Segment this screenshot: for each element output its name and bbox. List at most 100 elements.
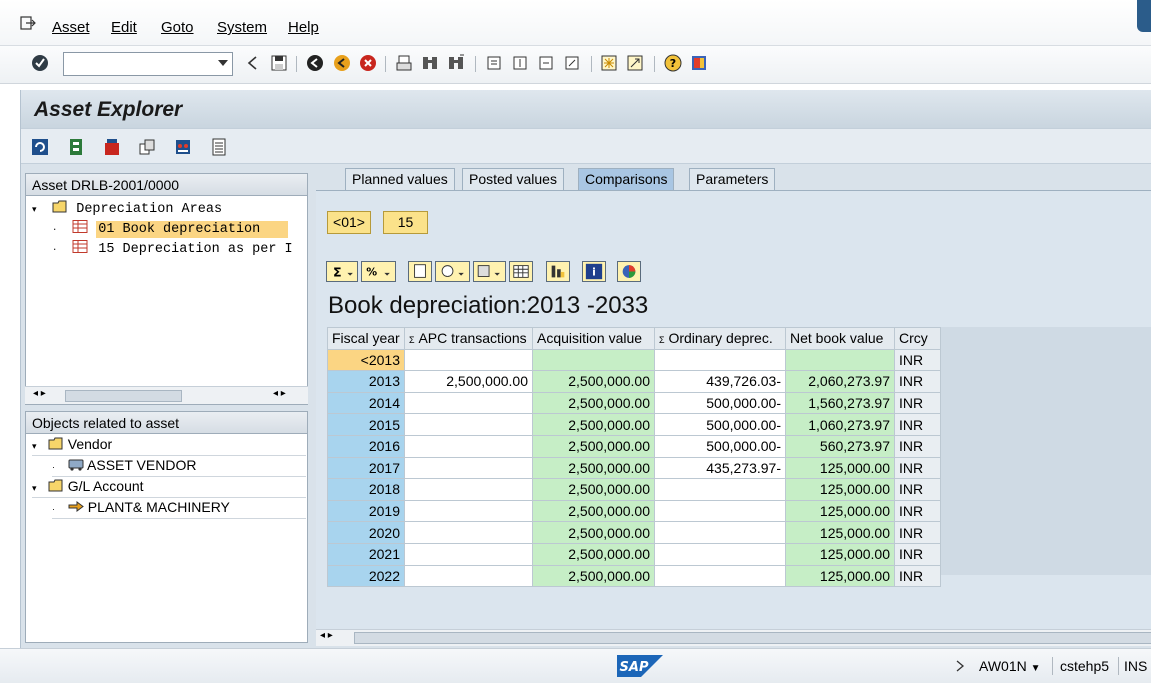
table-row[interactable]: 2015 2,500,000.00 500,000.00- 1,060,273.97 I… (327, 413, 941, 436)
scroll-left-icon[interactable]: ◂ ▸ (33, 388, 46, 399)
cell-acquisition-value[interactable]: 2,500,000.00 (532, 521, 655, 544)
sum-icon[interactable]: Σ (326, 261, 358, 282)
scroll-thumb[interactable] (354, 632, 1151, 644)
cell-apc-transactions[interactable] (404, 521, 533, 544)
tab-parameters[interactable]: Parameters (689, 168, 776, 190)
cell-currency[interactable]: INR (894, 456, 941, 480)
cell-ordinary-deprec[interactable] (654, 564, 786, 588)
scroll-left-icon[interactable]: ◂ ▸ (320, 630, 333, 641)
cell-acquisition-value[interactable]: 2,500,000.00 (532, 478, 655, 501)
cell-fiscal-year[interactable]: 2014 (327, 391, 405, 415)
col-net-book-value[interactable]: Net book value (785, 327, 895, 350)
menu-edit[interactable]: Edit (111, 19, 137, 36)
vendor-item[interactable]: · ASSET VENDOR (52, 457, 306, 477)
new-session-icon[interactable] (600, 54, 618, 72)
cell-currency[interactable]: INR (894, 499, 941, 523)
tree-item-book-depreciation[interactable]: · 01 Book depreciation (52, 220, 289, 240)
cell-currency[interactable]: INR (894, 391, 941, 415)
cell-fiscal-year[interactable]: <2013 (327, 348, 405, 372)
expand-icon[interactable]: ▾ (32, 441, 44, 452)
col-currency[interactable]: Crcy (894, 327, 941, 350)
menu-help[interactable]: Help (288, 19, 319, 36)
gl-account-folder-node[interactable]: ▾ G/L Account (32, 478, 306, 498)
cell-net-book-value[interactable]: 125,000.00 (785, 478, 895, 501)
vendor-folder-node[interactable]: ▾ Vendor (32, 436, 306, 456)
information-icon[interactable]: i (582, 261, 606, 282)
cell-acquisition-value[interactable]: 2,500,000.00 (532, 542, 655, 566)
cell-currency[interactable]: INR (894, 370, 941, 393)
cell-fiscal-year[interactable]: 2017 (327, 456, 405, 480)
menu-system[interactable]: System (217, 19, 267, 36)
cell-apc-transactions[interactable]: 2,500,000.00 (404, 370, 533, 393)
cell-acquisition-value[interactable]: 2,500,000.00 (532, 370, 655, 393)
subtotal-icon[interactable]: % (361, 261, 396, 282)
views-icon[interactable] (435, 261, 470, 282)
cell-currency[interactable]: INR (894, 348, 941, 372)
tab-posted-values[interactable]: Posted values (462, 168, 564, 190)
pie-chart-icon[interactable] (617, 261, 641, 282)
print-icon[interactable] (395, 54, 413, 72)
refresh-icon[interactable] (31, 138, 49, 156)
cell-acquisition-value[interactable] (532, 348, 655, 372)
cell-net-book-value[interactable]: 2,060,273.97 (785, 370, 895, 393)
cell-ordinary-deprec[interactable]: 500,000.00- (654, 434, 786, 458)
table-row[interactable]: <2013 INR (327, 348, 941, 372)
cell-ordinary-deprec[interactable] (654, 499, 786, 523)
cell-ordinary-deprec[interactable] (654, 521, 786, 544)
expand-icon[interactable]: ▾ (32, 483, 44, 494)
menu-goto[interactable]: Goto (161, 19, 194, 36)
cell-fiscal-year[interactable]: 2015 (327, 413, 405, 436)
status-expand-icon[interactable] (955, 660, 965, 672)
cell-ordinary-deprec[interactable]: 500,000.00- (654, 413, 786, 436)
cell-net-book-value[interactable]: 125,000.00 (785, 521, 895, 544)
cell-acquisition-value[interactable]: 2,500,000.00 (532, 456, 655, 480)
table-row[interactable]: 2017 2,500,000.00 435,273.97- 125,000.00 INR (327, 456, 941, 480)
command-field[interactable] (63, 52, 233, 76)
first-page-icon[interactable] (485, 54, 503, 72)
find-icon[interactable] (421, 54, 439, 72)
cancel-icon[interactable] (359, 54, 377, 72)
area-15-button[interactable]: 15 (383, 211, 428, 234)
layout-menu-icon[interactable] (690, 54, 708, 72)
cell-net-book-value[interactable]: 1,060,273.97 (785, 413, 895, 436)
cell-apc-transactions[interactable] (404, 542, 533, 566)
cell-acquisition-value[interactable]: 2,500,000.00 (532, 413, 655, 436)
previous-page-icon[interactable] (511, 54, 529, 72)
list-icon[interactable] (210, 138, 228, 156)
export-icon[interactable] (473, 261, 506, 282)
help-icon[interactable]: ? (664, 54, 682, 72)
chart-icon[interactable] (174, 138, 192, 156)
table-row[interactable]: 2019 2,500,000.00 125,000.00 INR (327, 499, 941, 523)
cell-currency[interactable]: INR (894, 564, 941, 588)
cell-ordinary-deprec[interactable]: 435,273.97- (654, 456, 786, 480)
cell-net-book-value[interactable]: 125,000.00 (785, 542, 895, 566)
switch-asset-icon[interactable] (103, 138, 121, 156)
gl-account-item[interactable]: · PLANT& MACHINERY (52, 499, 306, 519)
area-01-button[interactable]: <01> (327, 211, 371, 234)
depreciation-areas-node[interactable]: ▾ Depreciation Areas (32, 200, 222, 220)
cell-fiscal-year[interactable]: 2013 (327, 370, 405, 393)
change-icon[interactable] (138, 138, 156, 156)
menu-asset[interactable]: Asset (52, 19, 90, 36)
last-page-icon[interactable] (563, 54, 581, 72)
cell-fiscal-year[interactable]: 2016 (327, 434, 405, 458)
cell-fiscal-year[interactable]: 2020 (327, 521, 405, 544)
save-icon[interactable] (270, 54, 288, 72)
cell-ordinary-deprec[interactable] (654, 478, 786, 501)
display-asset-icon[interactable] (67, 138, 85, 156)
tree-horizontal-scrollbar[interactable]: ◂ ▸ ◂ ▸ (25, 386, 308, 404)
tab-planned-values[interactable]: Planned values (345, 168, 455, 190)
cell-currency[interactable]: INR (894, 413, 941, 436)
cell-apc-transactions[interactable] (404, 391, 533, 415)
next-page-icon[interactable] (537, 54, 555, 72)
expand-icon[interactable]: ▾ (32, 205, 44, 215)
cell-apc-transactions[interactable] (404, 434, 533, 458)
panel-splitter[interactable] (310, 173, 314, 643)
cell-net-book-value[interactable]: 125,000.00 (785, 456, 895, 480)
exit-circle-icon[interactable] (333, 54, 351, 72)
table-row[interactable]: 2013 2,500,000.00 2,500,000.00 439,726.03- 2… (327, 370, 941, 393)
cell-fiscal-year[interactable]: 2018 (327, 478, 405, 501)
table-row[interactable]: 2021 2,500,000.00 125,000.00 INR (327, 542, 941, 566)
col-fiscal-year[interactable]: Fiscal year (327, 327, 405, 350)
cell-acquisition-value[interactable]: 2,500,000.00 (532, 434, 655, 458)
